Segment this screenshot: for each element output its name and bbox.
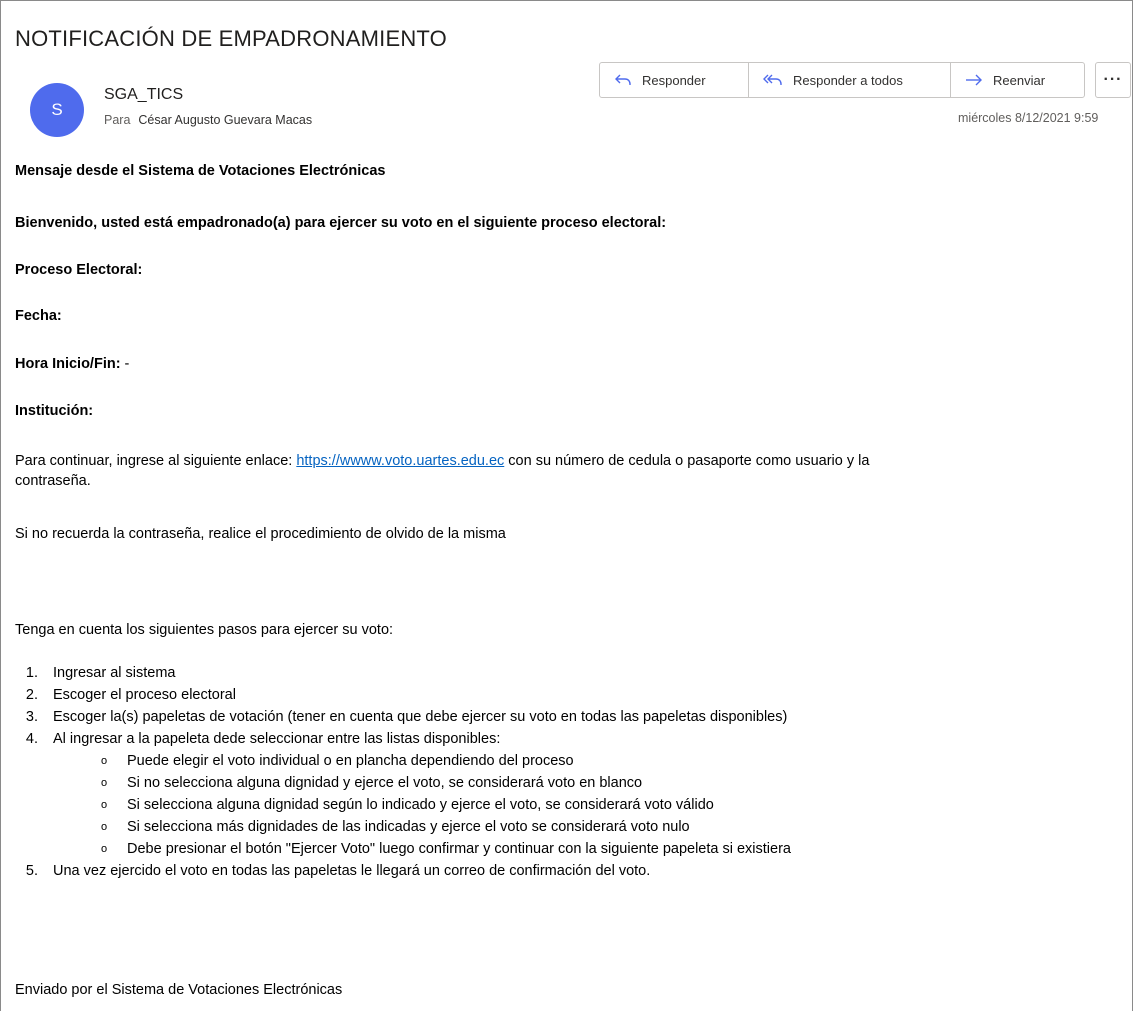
more-icon: ··· [1103,71,1123,88]
reply-all-button[interactable]: Responder a todos [749,63,951,97]
continue-line: Para continuar, ingrese al siguiente enl… [15,451,869,471]
message-actions: Responder Responder a todos Reenviar [599,62,1085,98]
recipient-name[interactable]: César Augusto Guevara Macas [138,113,312,127]
email-date: miércoles 8/12/2021 9:59 [958,111,1099,125]
steps-intro: Tenga en cuenta los siguientes pasos par… [15,622,394,638]
email-subject: NOTIFICACIÓN DE EMPADRONAMIENTO [15,26,447,51]
forward-label: Reenviar [993,72,1046,88]
sender-avatar[interactable]: S [30,83,84,137]
recipient-line: Para César Augusto Guevara Macas [104,113,312,127]
reply-icon [614,73,632,87]
fecha-label: Fecha: [15,308,62,324]
reply-all-icon [763,73,783,87]
sender-name[interactable]: SGA_TICS [104,86,183,104]
institucion-label: Institución: [15,403,94,419]
reply-label: Responder [642,72,706,88]
forgot-password-text: Si no recuerda la contraseña, realice el… [15,526,506,542]
continue-prefix: Para continuar, ingrese al siguiente enl… [15,453,297,469]
hora-value: - [120,356,130,372]
hora-label: Hora Inicio/Fin: [15,356,121,372]
reply-all-label: Responder a todos [793,72,903,88]
forward-button[interactable]: Reenviar [951,63,1084,97]
email-reading-pane [0,0,1133,1011]
more-actions-button[interactable]: ··· [1095,62,1131,98]
welcome-text: Bienvenido, usted está empadronado(a) pa… [15,215,667,231]
reply-button[interactable]: Responder [600,63,749,97]
voting-site-link[interactable]: https://wwww.voto.uartes.edu.ec [296,453,504,469]
to-label: Para [104,113,131,127]
signature: Enviado por el Sistema de Votaciones Ele… [15,982,343,998]
continue-suffix: con su número de cedula o pasaporte como… [504,453,870,469]
proceso-label: Proceso Electoral: [15,262,143,278]
avatar-initial: S [51,100,63,119]
hora-line: Hora Inicio/Fin: - [15,354,129,374]
continue-line-2: contraseña. [15,473,91,489]
forward-arrow-icon [965,73,983,87]
intro-text: Mensaje desde el Sistema de Votaciones E… [15,163,386,179]
